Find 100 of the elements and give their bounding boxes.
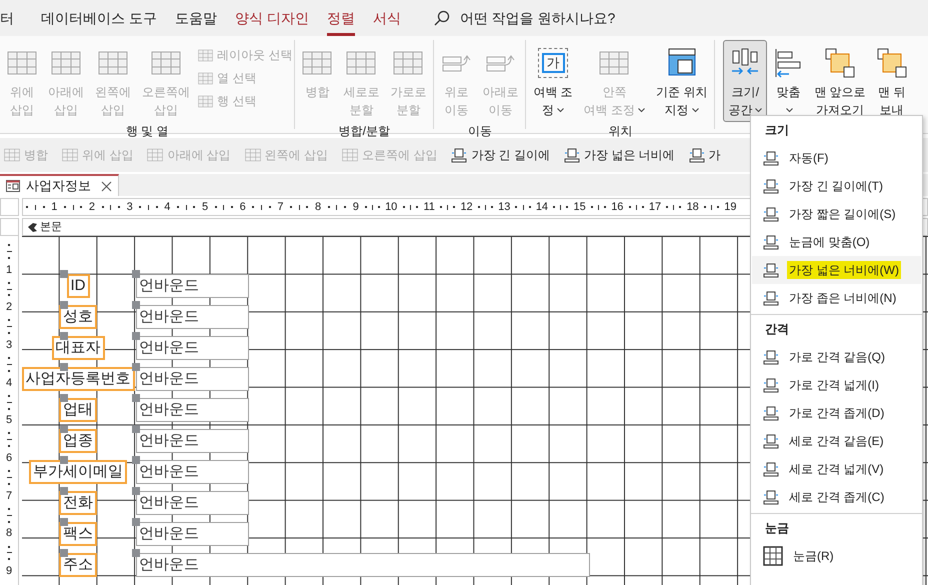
move-handle[interactable]	[60, 363, 68, 371]
move-handle[interactable]	[132, 394, 140, 402]
move-handle[interactable]	[60, 394, 68, 402]
move-handle[interactable]	[132, 270, 140, 278]
move-handle[interactable]	[60, 332, 68, 340]
section-title: 본문	[40, 220, 62, 235]
menu-item[interactable]: 가장 긴 길이에(T)	[752, 172, 921, 200]
move-handle[interactable]	[132, 301, 140, 309]
menu-item[interactable]: 눈금에 맞춤(O)	[752, 228, 921, 256]
size-icon	[451, 147, 468, 163]
field-label[interactable]: 사업자등록번호	[22, 367, 134, 391]
ruler-number: 4	[6, 376, 12, 389]
menu-item[interactable]: 자동(F)	[752, 144, 921, 172]
move-handle[interactable]	[132, 425, 140, 433]
text-box[interactable]: 언바운드	[136, 367, 249, 391]
table-icon	[393, 51, 424, 75]
text-box[interactable]: 언바운드	[136, 274, 249, 298]
text-box[interactable]: 언바운드	[136, 460, 249, 484]
table-icon	[302, 51, 332, 75]
table-icon	[151, 51, 181, 75]
menu-item[interactable]: 가장 짧은 길이에(S)	[752, 200, 921, 228]
ruler-number: 7	[277, 200, 284, 214]
size-icon	[688, 147, 705, 163]
text-box[interactable]: 언바운드	[136, 305, 249, 329]
move-handle[interactable]	[60, 425, 68, 433]
move-handle[interactable]	[132, 518, 140, 526]
table-icon	[7, 51, 37, 75]
move-handle[interactable]	[60, 518, 68, 526]
menu-item[interactable]: 가로 간격 넓게(I)	[752, 371, 921, 399]
field-label[interactable]: 업태	[59, 398, 97, 422]
menu-item[interactable]: 가장 넓은 너비에(W)	[752, 256, 921, 284]
field-label[interactable]: ID	[66, 274, 90, 298]
ribbon-button[interactable]: 맞춤	[768, 40, 808, 122]
size-icon	[763, 206, 779, 222]
size-icon	[763, 234, 779, 250]
menu-heading: 크기	[764, 122, 790, 139]
menu-item[interactable]: 가장 좁은 너비에(N)	[752, 284, 921, 312]
move-handle[interactable]	[132, 549, 140, 557]
ruler-number: 1	[51, 200, 58, 214]
spacing-icon	[763, 377, 779, 393]
toolbar-button[interactable]: 가장 긴 길이에	[451, 146, 550, 164]
ribbon-tab[interactable]: 데이터베이스 도구	[41, 0, 157, 36]
ruler-number: 6	[240, 200, 246, 214]
field-label[interactable]: 업종	[59, 429, 97, 453]
text-box[interactable]: 언바운드	[136, 553, 590, 577]
table-icon	[62, 148, 78, 162]
search-field[interactable]: 어떤 작업을 원하시나요?	[460, 8, 660, 28]
ruler-number: 5	[202, 200, 208, 214]
ruler-number: 2	[88, 200, 96, 214]
field-label[interactable]: 성호	[59, 305, 97, 329]
ruler-number: 6	[6, 452, 12, 464]
size-icon	[763, 262, 779, 278]
table-icon	[346, 51, 376, 75]
move-handle[interactable]	[132, 332, 140, 340]
move-handle[interactable]	[60, 456, 68, 464]
move-handle[interactable]	[60, 270, 68, 278]
move-handle[interactable]	[132, 487, 140, 495]
menu-heading: 눈금	[764, 520, 790, 537]
menu-item[interactable]: 세로 간격 넓게(V)	[752, 455, 921, 483]
close-icon[interactable]	[101, 180, 112, 192]
text-box[interactable]: 언바운드	[136, 491, 249, 515]
move-handle[interactable]	[60, 301, 68, 309]
ruler-number: 19	[724, 200, 736, 214]
move-handle[interactable]	[132, 363, 140, 371]
text-box[interactable]: 언바운드	[136, 336, 249, 360]
toolbar-button[interactable]: 가	[688, 146, 721, 164]
text-box[interactable]: 언바운드	[136, 429, 249, 453]
menu-item[interactable]: 눈금(R)	[752, 542, 921, 570]
move-handle[interactable]	[60, 487, 68, 495]
table-icon	[147, 148, 164, 162]
ribbon-tab[interactable]: 서식	[372, 0, 401, 36]
field-label[interactable]: 전화	[59, 491, 97, 515]
ribbon-button[interactable]: 크기/ 공간	[723, 40, 768, 122]
ribbon-tab[interactable]: 도움말	[174, 0, 217, 36]
field-label[interactable]: 팩스	[59, 522, 97, 546]
spacing-icon	[763, 405, 779, 421]
section-arrow-icon	[28, 222, 37, 232]
menu-item[interactable]: 세로 간격 같음(E)	[752, 427, 921, 455]
text-box[interactable]: 언바운드	[136, 398, 249, 422]
ruler-number: 18	[686, 200, 699, 214]
field-label[interactable]: 부가세이메일	[29, 460, 127, 484]
field-label[interactable]: 주소	[59, 553, 97, 577]
toolbar-button[interactable]: 가장 넓은 너비에	[564, 146, 675, 164]
margin-icon-letter: 가	[542, 53, 565, 73]
ribbon-button[interactable]: 가 여백 조 정	[528, 40, 578, 122]
table-icon	[244, 148, 261, 162]
menu-item[interactable]: 가로 간격 좁게(D)	[752, 399, 921, 427]
field-label[interactable]: 대표자	[52, 336, 104, 360]
menu-item[interactable]: 세로 간격 좁게(C)	[752, 483, 921, 511]
ribbon-button[interactable]: 기준 위치 지정	[651, 40, 712, 122]
ribbon-tab[interactable]: 터	[0, 0, 14, 36]
move-handle[interactable]	[60, 549, 68, 557]
size-icon	[763, 150, 779, 166]
move-handle[interactable]	[132, 456, 140, 464]
group-label: 이동	[468, 123, 492, 140]
ribbon-tab[interactable]: 양식 디자인	[234, 0, 309, 36]
ruler-number: 9	[352, 200, 359, 214]
document-tab[interactable]: 사업자정보	[0, 174, 119, 196]
menu-item[interactable]: 가로 간격 같음(Q)	[752, 343, 921, 371]
text-box[interactable]: 언바운드	[136, 522, 249, 546]
